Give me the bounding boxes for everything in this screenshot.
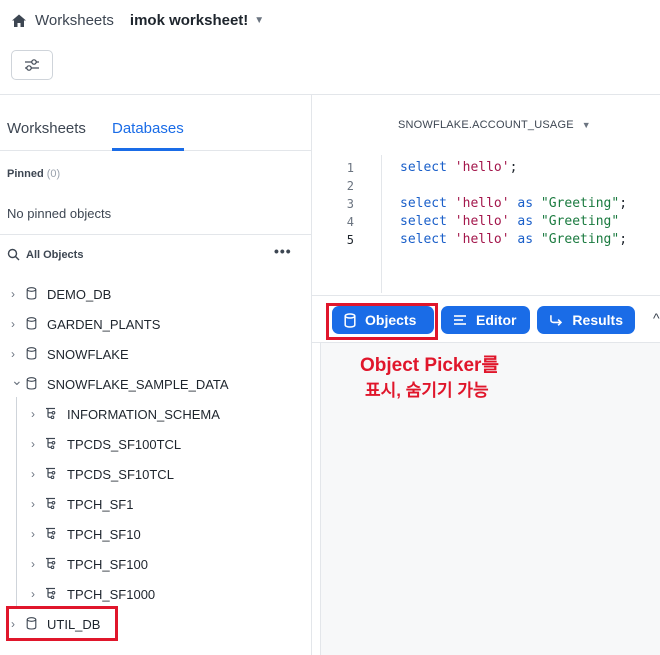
util-db-highlight-box	[6, 606, 118, 641]
tree-item[interactable]: ⌄ SNOWFLAKE_SAMPLE_DATA	[0, 369, 312, 399]
tree-item[interactable]: › TPCDS_SF10TCL	[0, 459, 312, 489]
line-number: 1	[346, 161, 354, 175]
chevron-up-icon[interactable]: ^	[653, 310, 660, 326]
line-number: 2	[346, 179, 354, 193]
editor-label: Editor	[476, 312, 517, 328]
database-icon	[26, 287, 37, 303]
results-toggle-button[interactable]: Results	[537, 306, 635, 334]
tree-item-label: TPCDS_SF10TCL	[67, 466, 174, 482]
chevron-right-icon[interactable]: ›	[11, 287, 15, 301]
worksheet-title[interactable]: imok worksheet!	[130, 12, 248, 29]
tree-item[interactable]: › TPCDS_SF100TCL	[0, 429, 312, 459]
context-selector[interactable]: SNOWFLAKE.ACCOUNT_USAGE ▼	[398, 119, 591, 131]
code-line-3[interactable]: select 'hello' as "Greeting";	[400, 196, 627, 211]
context-label: SNOWFLAKE.ACCOUNT_USAGE	[398, 119, 574, 131]
all-objects-label: All Objects	[26, 248, 84, 261]
tree-item[interactable]: › INFORMATION_SCHEMA	[0, 399, 312, 429]
annotation-line-2: 표시, 숨기기 가능	[365, 381, 489, 400]
tree-item-label: INFORMATION_SCHEMA	[67, 406, 220, 422]
annotation-line-1: Object Picker를	[360, 355, 499, 376]
no-pinned-text: No pinned objects	[7, 206, 112, 221]
tree-item[interactable]: › DEMO_DB	[0, 279, 312, 309]
chevron-right-icon[interactable]: ›	[31, 437, 35, 451]
tree-item[interactable]: › GARDEN_PLANTS	[0, 309, 312, 339]
panel-tabs: Worksheets Databases	[0, 95, 311, 151]
object-browser-panel: Worksheets Databases Pinned (0) No pinne…	[0, 95, 312, 655]
results-label: Results	[572, 312, 623, 328]
divider	[0, 234, 312, 235]
filter-button[interactable]	[11, 50, 53, 80]
tree-item-label: TPCH_SF10	[67, 526, 141, 542]
tree-item-label: GARDEN_PLANTS	[47, 316, 161, 332]
tree-item-label: SNOWFLAKE_SAMPLE_DATA	[47, 376, 229, 392]
caret-down-icon[interactable]: ▼	[254, 15, 264, 26]
tree-item-label: TPCDS_SF100TCL	[67, 436, 182, 452]
editor-panel: SNOWFLAKE.ACCOUNT_USAGE ▼ 1 2 3 4 5 selec…	[312, 95, 660, 655]
tree-item[interactable]: › TPCH_SF1	[0, 489, 312, 519]
database-icon	[26, 347, 37, 363]
objects-highlight-box	[326, 303, 438, 340]
tree-item-label: TPCH_SF1	[67, 496, 134, 512]
database-icon	[26, 317, 37, 333]
tree-item[interactable]: › TPCH_SF1000	[0, 579, 312, 609]
chevron-right-icon[interactable]: ›	[31, 497, 35, 511]
all-objects-header[interactable]: All Objects	[7, 248, 83, 261]
chevron-right-icon[interactable]: ›	[31, 407, 35, 421]
chevron-right-icon[interactable]: ›	[31, 467, 35, 481]
code-line-5[interactable]: select 'hello' as "Greeting";	[400, 232, 627, 247]
gutter-divider	[381, 155, 382, 293]
tree-item[interactable]: › TPCH_SF100	[0, 549, 312, 579]
line-number: 5	[346, 233, 354, 247]
chevron-right-icon[interactable]: ›	[11, 317, 15, 331]
code-line-4[interactable]: select 'hello' as "Greeting"	[400, 214, 619, 229]
schema-icon	[45, 467, 59, 482]
pinned-header: Pinned (0)	[7, 168, 60, 180]
tab-databases[interactable]: Databases	[112, 120, 184, 137]
chevron-right-icon[interactable]: ›	[31, 557, 35, 571]
results-arrow-icon	[550, 314, 563, 326]
schema-icon	[45, 587, 59, 602]
schema-icon	[45, 407, 59, 422]
tree-item-label: TPCH_SF100	[67, 556, 148, 572]
chevron-right-icon[interactable]: ›	[11, 347, 15, 361]
active-tab-indicator	[112, 148, 184, 151]
more-options-button[interactable]: •••	[274, 243, 292, 259]
pinned-count: (0)	[46, 168, 61, 180]
chevron-right-icon[interactable]: ›	[31, 587, 35, 601]
sliders-icon	[25, 59, 39, 71]
tree-item-label: DEMO_DB	[47, 286, 112, 302]
line-number: 4	[346, 215, 354, 229]
editor-toggle-button[interactable]: Editor	[441, 306, 530, 334]
line-number: 3	[346, 197, 354, 211]
tab-worksheets[interactable]: Worksheets	[7, 120, 86, 137]
tree-item[interactable]: › SNOWFLAKE	[0, 339, 312, 369]
editor-lines-icon	[454, 315, 466, 325]
chevron-down-icon[interactable]: ⌄	[11, 372, 23, 389]
breadcrumb: Worksheets imok worksheet! ▼	[11, 12, 264, 29]
schema-icon	[45, 557, 59, 572]
breadcrumb-worksheets[interactable]: Worksheets	[35, 12, 114, 29]
code-line-1[interactable]: select 'hello';	[400, 160, 517, 175]
pinned-label: Pinned	[7, 168, 44, 180]
home-icon[interactable]	[11, 13, 27, 29]
search-icon	[7, 248, 20, 261]
tree-item-label: SNOWFLAKE	[47, 346, 129, 362]
schema-icon	[45, 437, 59, 452]
schema-icon	[45, 527, 59, 542]
caret-down-icon: ▼	[581, 120, 591, 130]
chevron-right-icon[interactable]: ›	[31, 527, 35, 541]
database-icon	[26, 377, 37, 393]
tree-item-label: TPCH_SF1000	[67, 586, 156, 602]
top-bar: Worksheets imok worksheet! ▼	[0, 0, 660, 95]
schema-icon	[45, 497, 59, 512]
tree-item[interactable]: › TPCH_SF10	[0, 519, 312, 549]
